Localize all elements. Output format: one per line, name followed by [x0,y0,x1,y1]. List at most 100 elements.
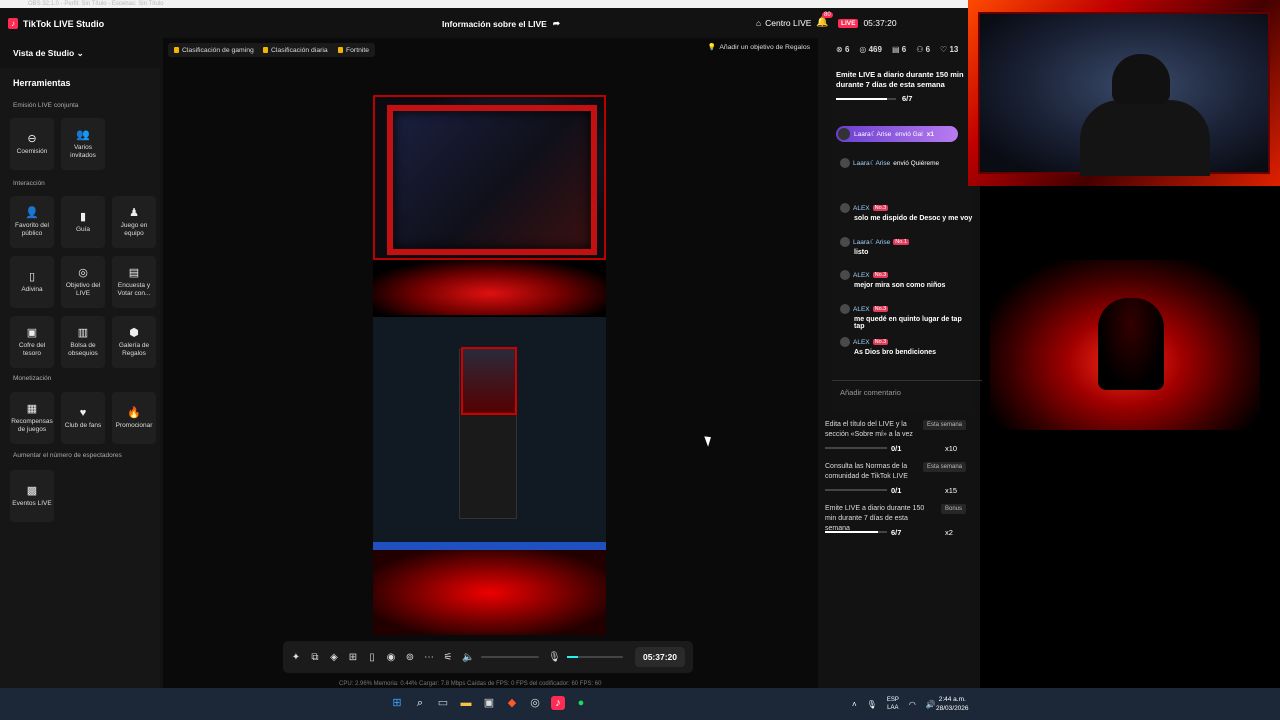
mic-level-slider[interactable] [567,656,623,658]
tool-galeria[interactable]: ⬢ Galería de Regalos [112,316,156,368]
avatar [840,158,850,168]
gift-text: envió Gal [895,130,923,138]
sidebar: Vista de Studio ⌄ Herramientas Emisión L… [0,38,163,688]
goal-row[interactable]: Consulta las Normas de la comunidad de T… [825,462,970,498]
tiktok-studio-icon[interactable]: ♪ [551,696,565,710]
avatar [840,270,850,280]
microphone-tray-icon[interactable]: 🎙 [867,700,877,709]
goal-row[interactable]: Edita el título del LIVE y la sección «S… [825,420,970,456]
bell-icon[interactable]: 🔔 [816,17,828,28]
goal-text: Emite LIVE a diario durante 150 min dura… [825,505,925,532]
task-view-icon[interactable]: ▭ [436,696,450,710]
tool-encuesta[interactable]: ▤ Encuesta y Votar con... [112,256,156,308]
tool-adivina[interactable]: ▯ Adivina [10,256,54,308]
chevron-up-icon[interactable]: ˄ [852,700,857,709]
tool-label: Guía [75,226,91,233]
tool-bolsa[interactable]: ▥ Bolsa de obsequios [61,316,105,368]
chat-message[interactable]: Laara☾Arise No.1 listo [840,237,974,256]
comment-input[interactable]: Añadir comentario [832,380,982,402]
goal-reward: x2 [945,528,953,537]
volume-slider[interactable] [481,656,539,658]
tool-label: Favorito del público [15,222,49,237]
chat-message[interactable]: ALEX No.3 me quedé en quinto lugar de tap… [840,304,974,330]
chat-message[interactable]: Laara☾Arise envió Quiéreme [840,158,974,168]
centro-live-button[interactable]: ⌂ Centro LIVE [756,18,811,28]
chat-text: listo [854,249,869,256]
reward-icon: ▦ [26,403,38,415]
volume-icon[interactable]: 🔊 [926,700,936,709]
tool-cofre[interactable]: ▣ Cofre del tesoro [10,316,54,368]
webcam-person-body [1080,100,1210,176]
preview-webcam-frame [387,105,597,255]
home-icon: ⌂ [756,18,762,28]
wifi-icon[interactable]: ◠ [909,700,916,709]
tool-promocionar[interactable]: 🔥 Promocionar [112,392,156,444]
tool-eventos[interactable]: ▩ Eventos LIVE [10,470,54,522]
tool-favorito[interactable]: 👤 Favorito del público [10,196,54,248]
stream-preview[interactable] [373,95,606,635]
chat-message[interactable]: ALEX No.3 mejor mira son como niños [840,270,974,289]
studio-view-dropdown[interactable]: Vista de Studio ⌄ [13,48,84,59]
tiktok-logo-icon: ♪ [8,18,18,29]
preview-webcam-scene [373,95,606,260]
add-gift-goal-button[interactable]: 💡 Añadir un objetivo de Regalos [708,43,810,52]
notification-badge: 80 [822,12,833,18]
windows-start-icon[interactable]: ⊞ [390,696,404,710]
user-star-icon: 👤 [25,207,39,219]
preview-red-smoke [373,550,606,635]
magic-wand-icon[interactable]: ✦ [291,652,301,663]
tool-club-fans[interactable]: ♥ Club de fans [61,392,105,444]
obs-title-bar: OBS 32.1.0 - Perfil: Sin Título - Escena… [0,0,970,8]
chat-user: ALEX [853,338,870,346]
section-label-monetizacion: Monetización [13,375,52,382]
add-gift-goal-label: Añadir un objetivo de Regalos [719,43,810,51]
obs-icon[interactable]: ◎ [528,696,542,710]
rank-badge: No.1 [893,239,909,245]
layers-icon[interactable]: ⧉ [310,652,320,663]
tool-label: Varios invitados [70,144,96,159]
tool-varios-invitados[interactable]: 👥 Varios invitados [61,118,105,170]
game-icon [338,47,343,53]
tool-label: Bolsa de obsequios [68,342,98,357]
tool-juego-equipo[interactable]: ♟ Juego en equipo [112,196,156,248]
add-source-icon[interactable]: ⊞ [348,652,358,663]
poll-icon: ▤ [128,267,140,279]
likes-metric: ◎ 469 [859,45,882,54]
chat-message[interactable]: ALEX No.3 As Dios bro bendiciones [840,337,974,356]
live-info-button[interactable]: Información sobre el LIVE ➦ [442,18,560,29]
tool-guia[interactable]: ▮ Guía [61,196,105,248]
chat-text: As Dios bro bendiciones [854,349,937,356]
goal-progress-bar [825,447,887,449]
chat-text: me quedé en quinto lugar de tap tap [854,316,962,330]
tool-coemision[interactable]: ⊖ Coemisión [10,118,54,170]
chip-gaming[interactable]: Clasificación de gaming [168,43,260,57]
camera-switch-icon[interactable]: ⊚ [405,652,415,663]
live-pill: LIVE [838,18,859,28]
goal-row[interactable]: Emite LIVE a diario durante 150 min dura… [825,504,970,540]
spotify-icon[interactable]: ● [574,696,588,710]
chip-diaria[interactable]: Clasificación diaria [257,43,334,57]
store-icon[interactable]: ▣ [482,696,496,710]
microphone-icon[interactable]: 🎙 [548,652,561,663]
search-icon[interactable]: ⌕ [413,696,427,710]
portrait-icon[interactable]: ▯ [367,652,377,663]
centro-live-label: Centro LIVE [765,18,812,28]
settings-sliders-icon[interactable]: ⚟ [443,652,453,663]
clock[interactable]: 2:44 a.m. 28/03/2026 [936,695,969,713]
gift-user: Laara☾Arise [854,131,892,138]
avatar [840,237,850,247]
rank-badge: No.3 [872,272,889,278]
brave-browser-icon[interactable]: ◆ [505,696,519,710]
language-indicator[interactable]: ESP LAA [887,696,899,712]
effects-icon[interactable]: ◈ [329,652,339,663]
chip-fortnite[interactable]: Fortnite [332,43,376,57]
file-explorer-icon[interactable]: ▬ [459,696,473,710]
chat-message[interactable]: ALEX No.3 solo me dispido de Desoc y me v… [840,203,974,222]
tool-recompensas[interactable]: ▦ Recompensas de juegos [10,392,54,444]
preview-desktop-capture [373,317,606,542]
record-icon[interactable]: ◉ [386,652,396,663]
more-icon[interactable]: ⋯ [424,652,434,663]
tool-label: Recompensas de juegos [11,418,53,433]
tool-objetivo[interactable]: ◎ Objetivo del LIVE [61,256,105,308]
speaker-icon[interactable]: 🔈 [462,652,474,663]
